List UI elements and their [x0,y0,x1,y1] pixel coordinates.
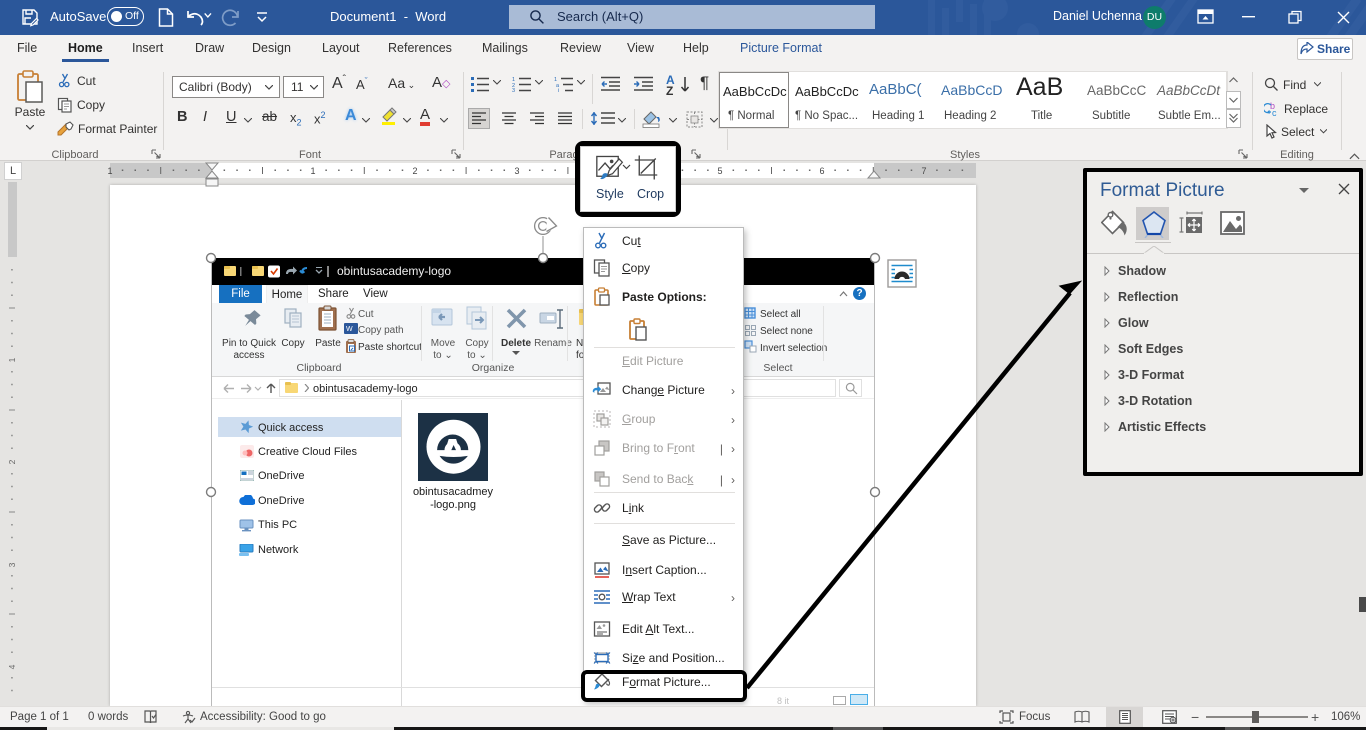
svg-text:2: 2 [412,166,417,176]
svg-text:3: 3 [512,88,515,92]
svg-text:W: W [346,326,353,333]
svg-text:4: 4 [7,664,17,669]
svg-text:2: 2 [7,459,17,464]
svg-text:3: 3 [7,562,17,567]
svg-text:1: 1 [7,357,17,362]
svg-text:i: i [558,88,559,92]
svg-text:1: 1 [310,166,315,176]
svg-text:3: 3 [514,166,519,176]
svg-text:c: c [1272,108,1277,117]
svg-text:7: 7 [921,166,926,176]
svg-text:1: 1 [107,166,112,176]
svg-text:6: 6 [819,166,824,176]
svg-text:5: 5 [717,166,722,176]
